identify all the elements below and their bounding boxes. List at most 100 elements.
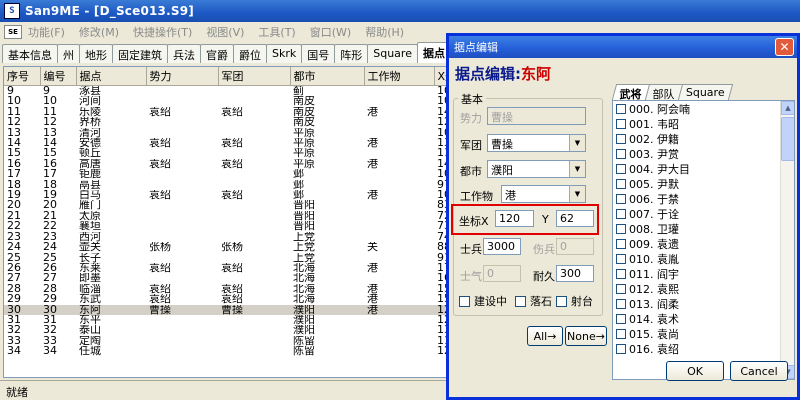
checkbox-icon[interactable] (616, 178, 626, 189)
chevron-down-icon[interactable]: ▼ (569, 161, 585, 177)
checkbox-icon[interactable] (616, 253, 626, 264)
table-row[interactable]: 18 18 鬲县邺 97 (4, 180, 449, 190)
menu-view[interactable]: 视图(V) (206, 24, 244, 40)
menu-shortcut[interactable]: 快捷操作(T) (133, 24, 192, 40)
table-row[interactable]: 22 22 襄垣 晋阳 73 (4, 221, 449, 231)
close-icon[interactable]: ✕ (775, 38, 794, 56)
list-item[interactable]: 004. 尹大目 (613, 161, 794, 176)
list-item[interactable]: 003. 尹赏 (613, 146, 794, 161)
list-item[interactable]: 015. 袁尚 (613, 326, 794, 341)
checkbox-icon[interactable] (616, 208, 626, 219)
column-header[interactable]: 据点 (76, 67, 147, 86)
archer-tower-checkbox[interactable]: 射台 (556, 293, 593, 309)
table-row[interactable]: 24 24 壶关 张杨 张杨 上党关 88 (4, 242, 449, 252)
table-row[interactable]: 12 12 界桥 南皮 12 (4, 117, 449, 127)
column-header[interactable]: 编号 (40, 67, 77, 86)
building-checkbox[interactable]: 建设中 (459, 293, 507, 309)
tab-terrain[interactable]: 地形 (79, 44, 113, 63)
table-row[interactable]: 23 23 西河 上党 74 (4, 232, 449, 242)
list-item[interactable]: 014. 袁术 (613, 311, 794, 326)
list-item[interactable]: 012. 袁熙 (613, 281, 794, 296)
table-row[interactable]: 27 27 即墨 北海 16 (4, 273, 449, 283)
table-row[interactable]: 13 13 清河 平原 10 (4, 128, 449, 138)
tab-formation[interactable]: 阵形 (334, 44, 369, 63)
checkbox-icon[interactable] (616, 283, 626, 294)
table-row[interactable]: 29 29 东武 袁绍 袁绍 北海港 15 (4, 294, 449, 304)
scroll-thumb[interactable] (781, 117, 794, 161)
tab-skrk[interactable]: Skrk (266, 44, 303, 63)
soldiers-input[interactable]: 3000 (483, 238, 521, 255)
durability-input[interactable]: 300 (556, 265, 594, 282)
table-row[interactable]: 14 14 安德 袁绍 袁绍 平原港 13 (4, 138, 449, 148)
coord-x-input[interactable]: 120 (495, 210, 534, 227)
list-item[interactable]: 008. 卫瓘 (613, 221, 794, 236)
scroll-up-icon[interactable]: ▲ (781, 101, 794, 115)
column-header[interactable]: 都市 (290, 67, 365, 86)
checkbox-icon[interactable] (616, 193, 626, 204)
checkbox-icon[interactable] (616, 133, 626, 144)
table-row[interactable]: 9 9 涿县蓟 10 (4, 86, 449, 97)
checkbox-icon[interactable] (616, 298, 626, 309)
all-button[interactable]: All→ (527, 326, 563, 346)
work-select[interactable]: 港 ▼ (501, 185, 586, 203)
column-header[interactable]: 军团 (218, 67, 291, 86)
list-item[interactable]: 011. 阎宇 (613, 266, 794, 281)
tab-fixed-buildings[interactable]: 固定建筑 (112, 44, 168, 63)
tab-country-name[interactable]: 国号 (301, 44, 336, 63)
table-row[interactable]: 32 32 泰山 濮阳 13 (4, 325, 449, 335)
fallen-rock-checkbox[interactable]: 落石 (515, 293, 552, 309)
tab-square[interactable]: Square (367, 44, 418, 63)
list-item[interactable]: 002. 伊籍 (613, 131, 794, 146)
ok-button[interactable]: OK (666, 361, 724, 381)
table-row[interactable]: 26 26 东莱 袁绍 袁绍 北海港 17 (4, 263, 449, 273)
menu-help[interactable]: 帮助(H) (365, 24, 404, 40)
table-row[interactable]: 19 19 白马 袁绍 袁绍邺港 10 (4, 190, 449, 200)
none-button[interactable]: None→ (565, 326, 607, 346)
tab-basic-info[interactable]: 基本信息 (2, 44, 58, 63)
table-row[interactable]: 16 16 高唐 袁绍 袁绍 平原港 14 (4, 159, 449, 169)
list-item[interactable]: 007. 于诠 (613, 206, 794, 221)
checkbox-icon[interactable] (616, 118, 626, 129)
table-row[interactable]: 30 30 东阿 曹操 曹操 濮阳港 12 (4, 304, 449, 315)
menu-modify[interactable]: 修改(M) (79, 24, 119, 40)
column-header[interactable]: 势力 (146, 67, 219, 86)
tab-square-right[interactable]: Square (677, 84, 733, 100)
table-row[interactable]: 34 34 任城 陈留 12 (4, 346, 449, 356)
tab-official-rank[interactable]: 官爵 (200, 44, 234, 63)
table-row[interactable]: 10 10 河间 南皮 10 (4, 96, 449, 106)
checkbox-icon[interactable] (616, 238, 626, 249)
list-item[interactable]: 000. 阿会喃 (613, 101, 794, 116)
list-item[interactable]: 010. 袁胤 (613, 251, 794, 266)
menu-tools[interactable]: 工具(T) (258, 24, 295, 40)
corps-select[interactable]: 曹操 ▼ (487, 134, 586, 152)
table-row[interactable]: 25 25 长子 上党 91 (4, 253, 449, 263)
tab-title[interactable]: 爵位 (233, 44, 267, 63)
list-item[interactable]: 005. 尹默 (613, 176, 794, 191)
list-item[interactable]: 006. 于禁 (613, 191, 794, 206)
checkbox-icon[interactable] (616, 343, 626, 354)
cancel-button[interactable]: Cancel (730, 361, 788, 381)
column-header[interactable]: 工作物 (364, 67, 435, 86)
menu-logo-icon[interactable]: SE (4, 25, 22, 39)
table-row[interactable]: 31 31 东平 濮阳 12 (4, 315, 449, 325)
table-row[interactable]: 17 17 钜鹿邺 10 (4, 169, 449, 179)
checkbox-icon[interactable] (616, 268, 626, 279)
chevron-down-icon[interactable]: ▼ (569, 186, 585, 202)
table-row[interactable]: 28 28 临淄 袁绍 袁绍 北海港 15 (4, 284, 449, 294)
officer-list-scrollbar[interactable]: ▲ ▼ (780, 101, 794, 379)
menu-function[interactable]: 功能(F) (28, 24, 65, 40)
city-select[interactable]: 濮阳 ▼ (487, 160, 586, 178)
coord-y-input[interactable]: 62 (556, 210, 594, 227)
tab-state[interactable]: 州 (57, 44, 80, 63)
chevron-down-icon[interactable]: ▼ (569, 135, 585, 151)
menu-window[interactable]: 窗口(W) (310, 24, 351, 40)
list-item[interactable]: 009. 袁遗 (613, 236, 794, 251)
list-item[interactable]: 001. 韦昭 (613, 116, 794, 131)
list-item[interactable]: 013. 阎柔 (613, 296, 794, 311)
checkbox-icon[interactable] (616, 103, 626, 114)
table-row[interactable]: 21 21 太原 晋阳 72 (4, 211, 449, 221)
checkbox-icon[interactable] (616, 223, 626, 234)
tab-tactics[interactable]: 兵法 (167, 44, 201, 63)
checkbox-icon[interactable] (616, 148, 626, 159)
checkbox-icon[interactable] (616, 163, 626, 174)
